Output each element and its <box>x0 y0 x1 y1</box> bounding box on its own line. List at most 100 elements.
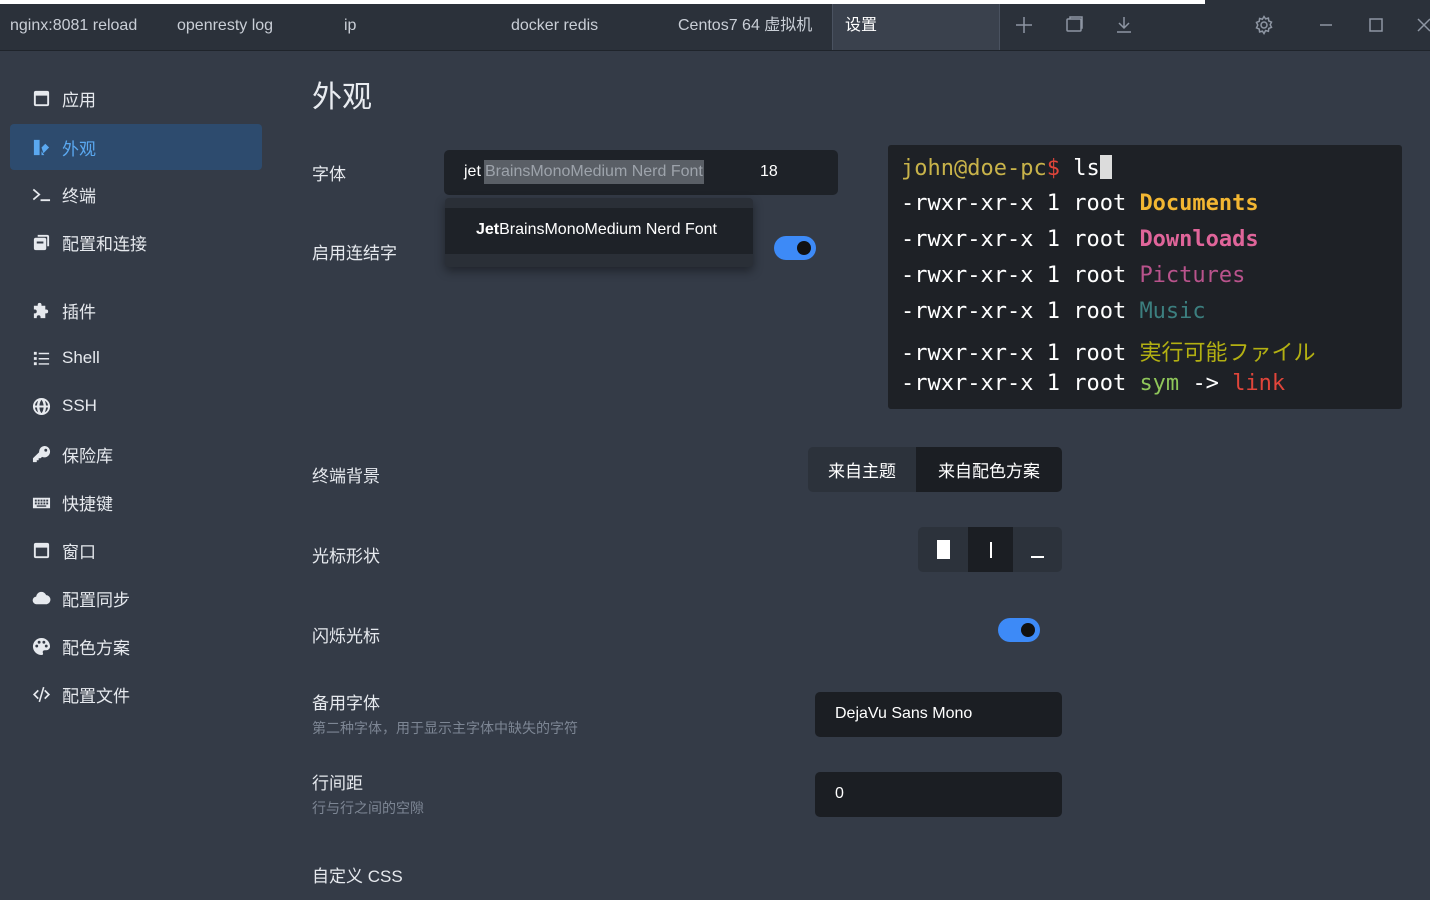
terminal-bg-from-theme[interactable]: 来自主题 <box>808 447 916 492</box>
sidebar-item-label: 配置同步 <box>62 590 130 610</box>
terminal-listing-line: -rwxr-xr-x 1 root Pictures <box>901 263 1245 288</box>
sidebar-item-config-file[interactable]: 配置文件 <box>10 671 262 717</box>
tab-ip[interactable]: ip <box>344 4 356 50</box>
fallback-font-value: DejaVu Sans Mono <box>835 705 973 722</box>
file-owner: root <box>1073 341 1127 366</box>
sidebar-item-hotkeys[interactable]: 快捷键 <box>10 479 262 525</box>
close-icon[interactable] <box>1413 14 1430 36</box>
terminal-bg-from-scheme[interactable]: 来自配色方案 <box>916 447 1062 492</box>
font-input-typed-text: jet <box>464 163 481 180</box>
line-spacing-input[interactable]: 0 <box>815 772 1062 817</box>
window-icon <box>30 539 52 561</box>
cursor-underline-option[interactable] <box>1013 527 1062 572</box>
prompt-user: john@doe-pc <box>901 156 1047 181</box>
file-link-count: 1 <box>1046 191 1060 216</box>
key-icon <box>30 443 52 465</box>
list-icon <box>30 347 52 369</box>
ligatures-label: 启用连结字 <box>312 244 397 263</box>
file-permissions: -rwxr-xr-x <box>901 371 1034 396</box>
sidebar-item-plugins[interactable]: 插件 <box>10 287 262 333</box>
terminal-listing-line: -rwxr-xr-x 1 root sym -> link <box>901 371 1285 396</box>
cloud-icon <box>30 587 52 609</box>
block-cursor-icon <box>936 540 950 559</box>
sidebar-item-ssh[interactable]: SSH <box>10 383 262 429</box>
sidebar-item-label: 配色方案 <box>62 638 130 658</box>
terminal-listing-line: -rwxr-xr-x 1 root Documents <box>901 191 1259 216</box>
code-icon <box>30 683 52 705</box>
sidebar-item-color-scheme[interactable]: 配色方案 <box>10 623 262 669</box>
font-size-input[interactable]: 18 <box>760 163 778 181</box>
cursor-block-option[interactable] <box>918 527 968 572</box>
tab-openresty-log[interactable]: openresty log <box>177 4 273 50</box>
file-owner: root <box>1073 299 1127 324</box>
sidebar-item-label: Shell <box>62 348 100 367</box>
sidebar-item-label: 应用 <box>62 90 96 110</box>
line-spacing-label: 行间距 <box>312 774 363 793</box>
file-name: Pictures <box>1139 263 1246 288</box>
plus-icon[interactable] <box>1013 14 1035 36</box>
sidebar-item-profiles-connections[interactable]: 配置和连接 <box>10 219 262 265</box>
cursor-beam-option[interactable] <box>968 527 1013 572</box>
sidebar-item-label: 窗口 <box>62 542 96 562</box>
file-permissions: -rwxr-xr-x <box>901 227 1034 252</box>
sidebar-item-label: 外观 <box>62 139 96 159</box>
terminal-preview: john@doe-pc$ ls -rwxr-xr-x 1 root Docume… <box>888 145 1402 409</box>
file-name: Music <box>1139 299 1206 324</box>
font-input[interactable]: jet BrainsMonoMedium Nerd Font 18 <box>444 150 838 195</box>
keyboard-icon <box>30 491 52 513</box>
file-permissions: -rwxr-xr-x <box>901 263 1034 288</box>
font-suggestion-option[interactable]: JetBrainsMonoMedium Nerd Font <box>445 208 753 254</box>
cursor-shape-label: 光标形状 <box>312 547 380 566</box>
file-owner: root <box>1073 263 1127 288</box>
ligatures-toggle[interactable] <box>774 236 816 260</box>
font-label: 字体 <box>312 165 346 184</box>
line-spacing-value: 0 <box>835 785 844 802</box>
file-link-count: 1 <box>1046 263 1060 288</box>
sidebar-item-terminal[interactable]: 终端 <box>10 171 262 217</box>
download-icon[interactable] <box>1113 14 1135 36</box>
line-spacing-description: 行与行之间的空隙 <box>312 800 424 816</box>
underline-cursor-icon <box>1031 555 1044 558</box>
file-permissions: -rwxr-xr-x <box>901 191 1034 216</box>
terminal-cursor <box>1099 155 1112 179</box>
tab-settings[interactable]: 设置 <box>832 4 1000 50</box>
file-permissions: -rwxr-xr-x <box>901 341 1034 366</box>
file-owner: root <box>1073 191 1127 216</box>
sidebar-item-appearance[interactable]: 外观 <box>10 124 262 170</box>
fallback-font-input[interactable]: DejaVu Sans Mono <box>815 692 1062 737</box>
file-name: Downloads <box>1139 227 1259 252</box>
font-suggestion-rest: BrainsMonoMedium Nerd Font <box>499 221 717 238</box>
terminal-bg-selector: 来自主题 来自配色方案 <box>808 447 1062 492</box>
maximize-icon[interactable] <box>1365 14 1387 36</box>
sidebar-item-label: 保险库 <box>62 446 113 466</box>
prompt-symbol: $ <box>1046 156 1060 181</box>
sidebar-item-vault[interactable]: 保险库 <box>10 431 262 477</box>
fallback-font-description: 第二种字体，用于显示主字体中缺失的字符 <box>312 720 578 736</box>
sidebar-item-label: 插件 <box>62 302 96 322</box>
custom-css-label: 自定义 CSS <box>312 867 403 886</box>
blink-cursor-label: 闪烁光标 <box>312 627 380 646</box>
sidebar-item-label: 配置和连接 <box>62 234 147 254</box>
tab-bar: nginx:8081 reload openresty log ip docke… <box>0 0 1430 51</box>
tab-docker-redis[interactable]: docker redis <box>511 4 598 50</box>
symlink-target: link <box>1232 371 1286 396</box>
sidebar-item-window[interactable]: 窗口 <box>10 527 262 573</box>
sidebar-item-label: 快捷键 <box>62 494 113 514</box>
file-name: Documents <box>1139 191 1259 216</box>
sidebar-item-shell[interactable]: Shell <box>10 335 262 381</box>
beam-cursor-icon <box>989 541 992 558</box>
blink-cursor-toggle[interactable] <box>998 618 1040 642</box>
tab-centos7-vm[interactable]: Centos7 64 虚拟机 <box>678 4 812 50</box>
sidebar-item-config-sync[interactable]: 配置同步 <box>10 575 262 621</box>
file-owner: root <box>1073 227 1127 252</box>
font-suggestion-dropdown: JetBrainsMonoMedium Nerd Font <box>445 198 753 267</box>
window-icon[interactable] <box>1063 14 1085 36</box>
minimize-icon[interactable] <box>1315 14 1337 36</box>
file-link-count: 1 <box>1046 227 1060 252</box>
gear-icon[interactable] <box>1253 14 1275 36</box>
font-input-autocomplete: BrainsMonoMedium Nerd Font <box>484 160 704 184</box>
sidebar-item-application[interactable]: 应用 <box>10 75 262 121</box>
tab-nginx-reload[interactable]: nginx:8081 reload <box>10 4 137 50</box>
file-owner: root <box>1073 371 1127 396</box>
page-title: 外观 <box>312 81 372 114</box>
